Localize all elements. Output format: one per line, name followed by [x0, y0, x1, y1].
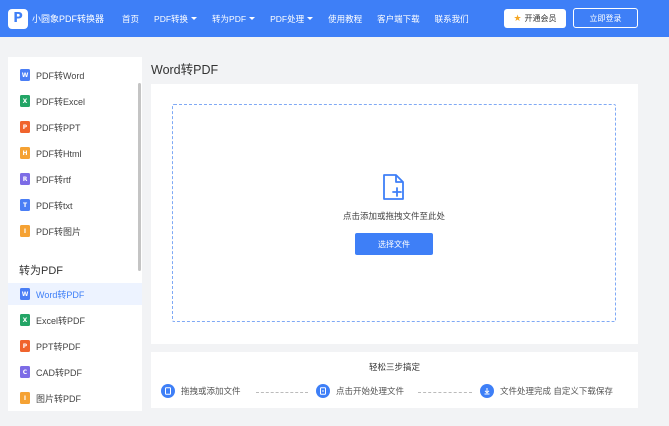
nav-pdf-process[interactable]: PDF处理: [270, 13, 314, 25]
excel-file-icon: X: [20, 95, 30, 107]
sidebar-item-pdf-to-excel[interactable]: X PDF转Excel: [8, 90, 142, 112]
image-file-icon: I: [20, 392, 30, 404]
sidebar-item-pdf-to-html[interactable]: H PDF转Html: [8, 142, 142, 164]
chevron-down-icon: [307, 17, 314, 20]
process-icon: [316, 384, 330, 398]
vip-button-label: 开通会员: [524, 14, 557, 23]
sidebar-item-ppt-to-pdf[interactable]: P PPT转PDF: [8, 335, 142, 357]
step-2: 点击开始处理文件: [316, 384, 404, 398]
step-connector: [418, 392, 472, 393]
sidebar-item-pdf-to-word[interactable]: W PDF转Word: [8, 64, 142, 86]
sidebar-item-label: PDF转PPT: [36, 122, 81, 133]
sidebar-item-pdf-to-txt[interactable]: T PDF转txt: [8, 194, 142, 216]
sidebar-item-pdf-to-ppt[interactable]: P PDF转PPT: [8, 116, 142, 138]
sidebar-item-label: PDF转rtf: [36, 174, 71, 185]
vip-button[interactable]: ★ 开通会员: [504, 9, 566, 28]
page-title: Word转PDF: [151, 63, 219, 77]
login-button-label: 立即登录: [589, 13, 622, 23]
sidebar-item-label: PDF转Html: [36, 148, 82, 159]
sidebar-item-image-to-pdf[interactable]: I 图片转PDF: [8, 387, 142, 409]
step-label: 拖拽或添加文件: [181, 386, 241, 396]
sidebar-item-label: Word转PDF: [36, 289, 85, 300]
download-icon: [480, 384, 494, 398]
sidebar: W PDF转Word X PDF转Excel P PDF转PPT H PDF转H…: [8, 57, 142, 411]
chevron-down-icon: [249, 17, 256, 20]
sidebar-item-word-to-pdf[interactable]: W Word转PDF: [8, 283, 142, 305]
cad-file-icon: C: [20, 366, 30, 378]
step-label: 文件处理完成 自定义下载保存: [500, 386, 613, 396]
ppt-file-icon: P: [20, 340, 30, 352]
logo-icon: P: [8, 8, 28, 29]
ppt-file-icon: P: [20, 121, 30, 133]
sidebar-item-label: PPT转PDF: [36, 341, 81, 352]
login-button[interactable]: 立即登录: [573, 8, 638, 28]
sidebar-item-label: Excel转PDF: [36, 315, 86, 326]
step-3: 文件处理完成 自定义下载保存: [480, 384, 613, 398]
sidebar-item-pdf-to-image[interactable]: I PDF转图片: [8, 220, 142, 242]
step-connector: [256, 392, 308, 393]
drop-hint-text: 点击添加或拖拽文件至此处: [342, 211, 445, 221]
sidebar-item-label: PDF转txt: [36, 200, 73, 211]
image-file-icon: I: [20, 225, 30, 237]
nav-contact[interactable]: 联系我们: [435, 13, 469, 25]
nav-to-pdf-label: 转为PDF: [212, 13, 247, 24]
sidebar-item-label: PDF转图片: [36, 226, 82, 237]
txt-file-icon: T: [20, 199, 30, 211]
sidebar-item-label: 图片转PDF: [36, 393, 82, 404]
choose-file-button[interactable]: 选择文件: [355, 233, 433, 255]
nav-to-pdf[interactable]: 转为PDF: [212, 13, 256, 25]
step-1: 拖拽或添加文件: [161, 384, 241, 398]
nav-client-download[interactable]: 客户端下载: [377, 13, 420, 25]
nav-home[interactable]: 首页: [122, 13, 139, 25]
sidebar-item-cad-to-pdf[interactable]: C CAD转PDF: [8, 361, 142, 383]
choose-file-button-label: 选择文件: [378, 239, 410, 249]
step-label: 点击开始处理文件: [336, 386, 405, 396]
rtf-file-icon: R: [20, 173, 30, 185]
main-nav: 首页 PDF转换 转为PDF PDF处理 使用教程 客户端下载 联系我们: [122, 13, 484, 25]
word-file-icon: W: [20, 69, 30, 81]
sidebar-item-label: PDF转Excel: [36, 96, 86, 107]
sidebar-item-pdf-to-rtf[interactable]: R PDF转rtf: [8, 168, 142, 190]
file-add-icon: [161, 384, 175, 398]
nav-pdf-convert-label: PDF转换: [154, 13, 189, 24]
nav-pdf-process-label: PDF处理: [270, 13, 305, 24]
nav-pdf-convert[interactable]: PDF转换: [154, 13, 198, 25]
nav-client-download-label: 客户端下载: [377, 13, 420, 24]
logo[interactable]: P 小圆象PDF转换器: [8, 8, 105, 29]
nav-tutorial[interactable]: 使用教程: [328, 13, 362, 25]
sidebar-item-label: CAD转PDF: [36, 367, 83, 378]
nav-tutorial-label: 使用教程: [328, 13, 363, 24]
sidebar-item-excel-to-pdf[interactable]: X Excel转PDF: [8, 309, 142, 331]
nav-home-label: 首页: [122, 13, 140, 24]
crown-icon: ★: [513, 13, 522, 23]
sidebar-item-label: PDF转Word: [36, 70, 85, 81]
word-file-icon: W: [20, 288, 30, 300]
nav-contact-label: 联系我们: [434, 13, 469, 24]
chevron-down-icon: [191, 17, 198, 20]
html-file-icon: H: [20, 147, 30, 159]
sidebar-section-title: 转为PDF: [19, 265, 63, 277]
top-nav-bar: P 小圆象PDF转换器 首页 PDF转换 转为PDF PDF处理 使用教程 客户…: [0, 0, 669, 37]
steps-title: 轻松三步搞定: [368, 362, 420, 372]
excel-file-icon: X: [20, 314, 30, 326]
logo-text: 小圆象PDF转换器: [32, 14, 105, 24]
file-add-icon: [383, 174, 404, 200]
sidebar-scrollbar[interactable]: [138, 83, 141, 271]
